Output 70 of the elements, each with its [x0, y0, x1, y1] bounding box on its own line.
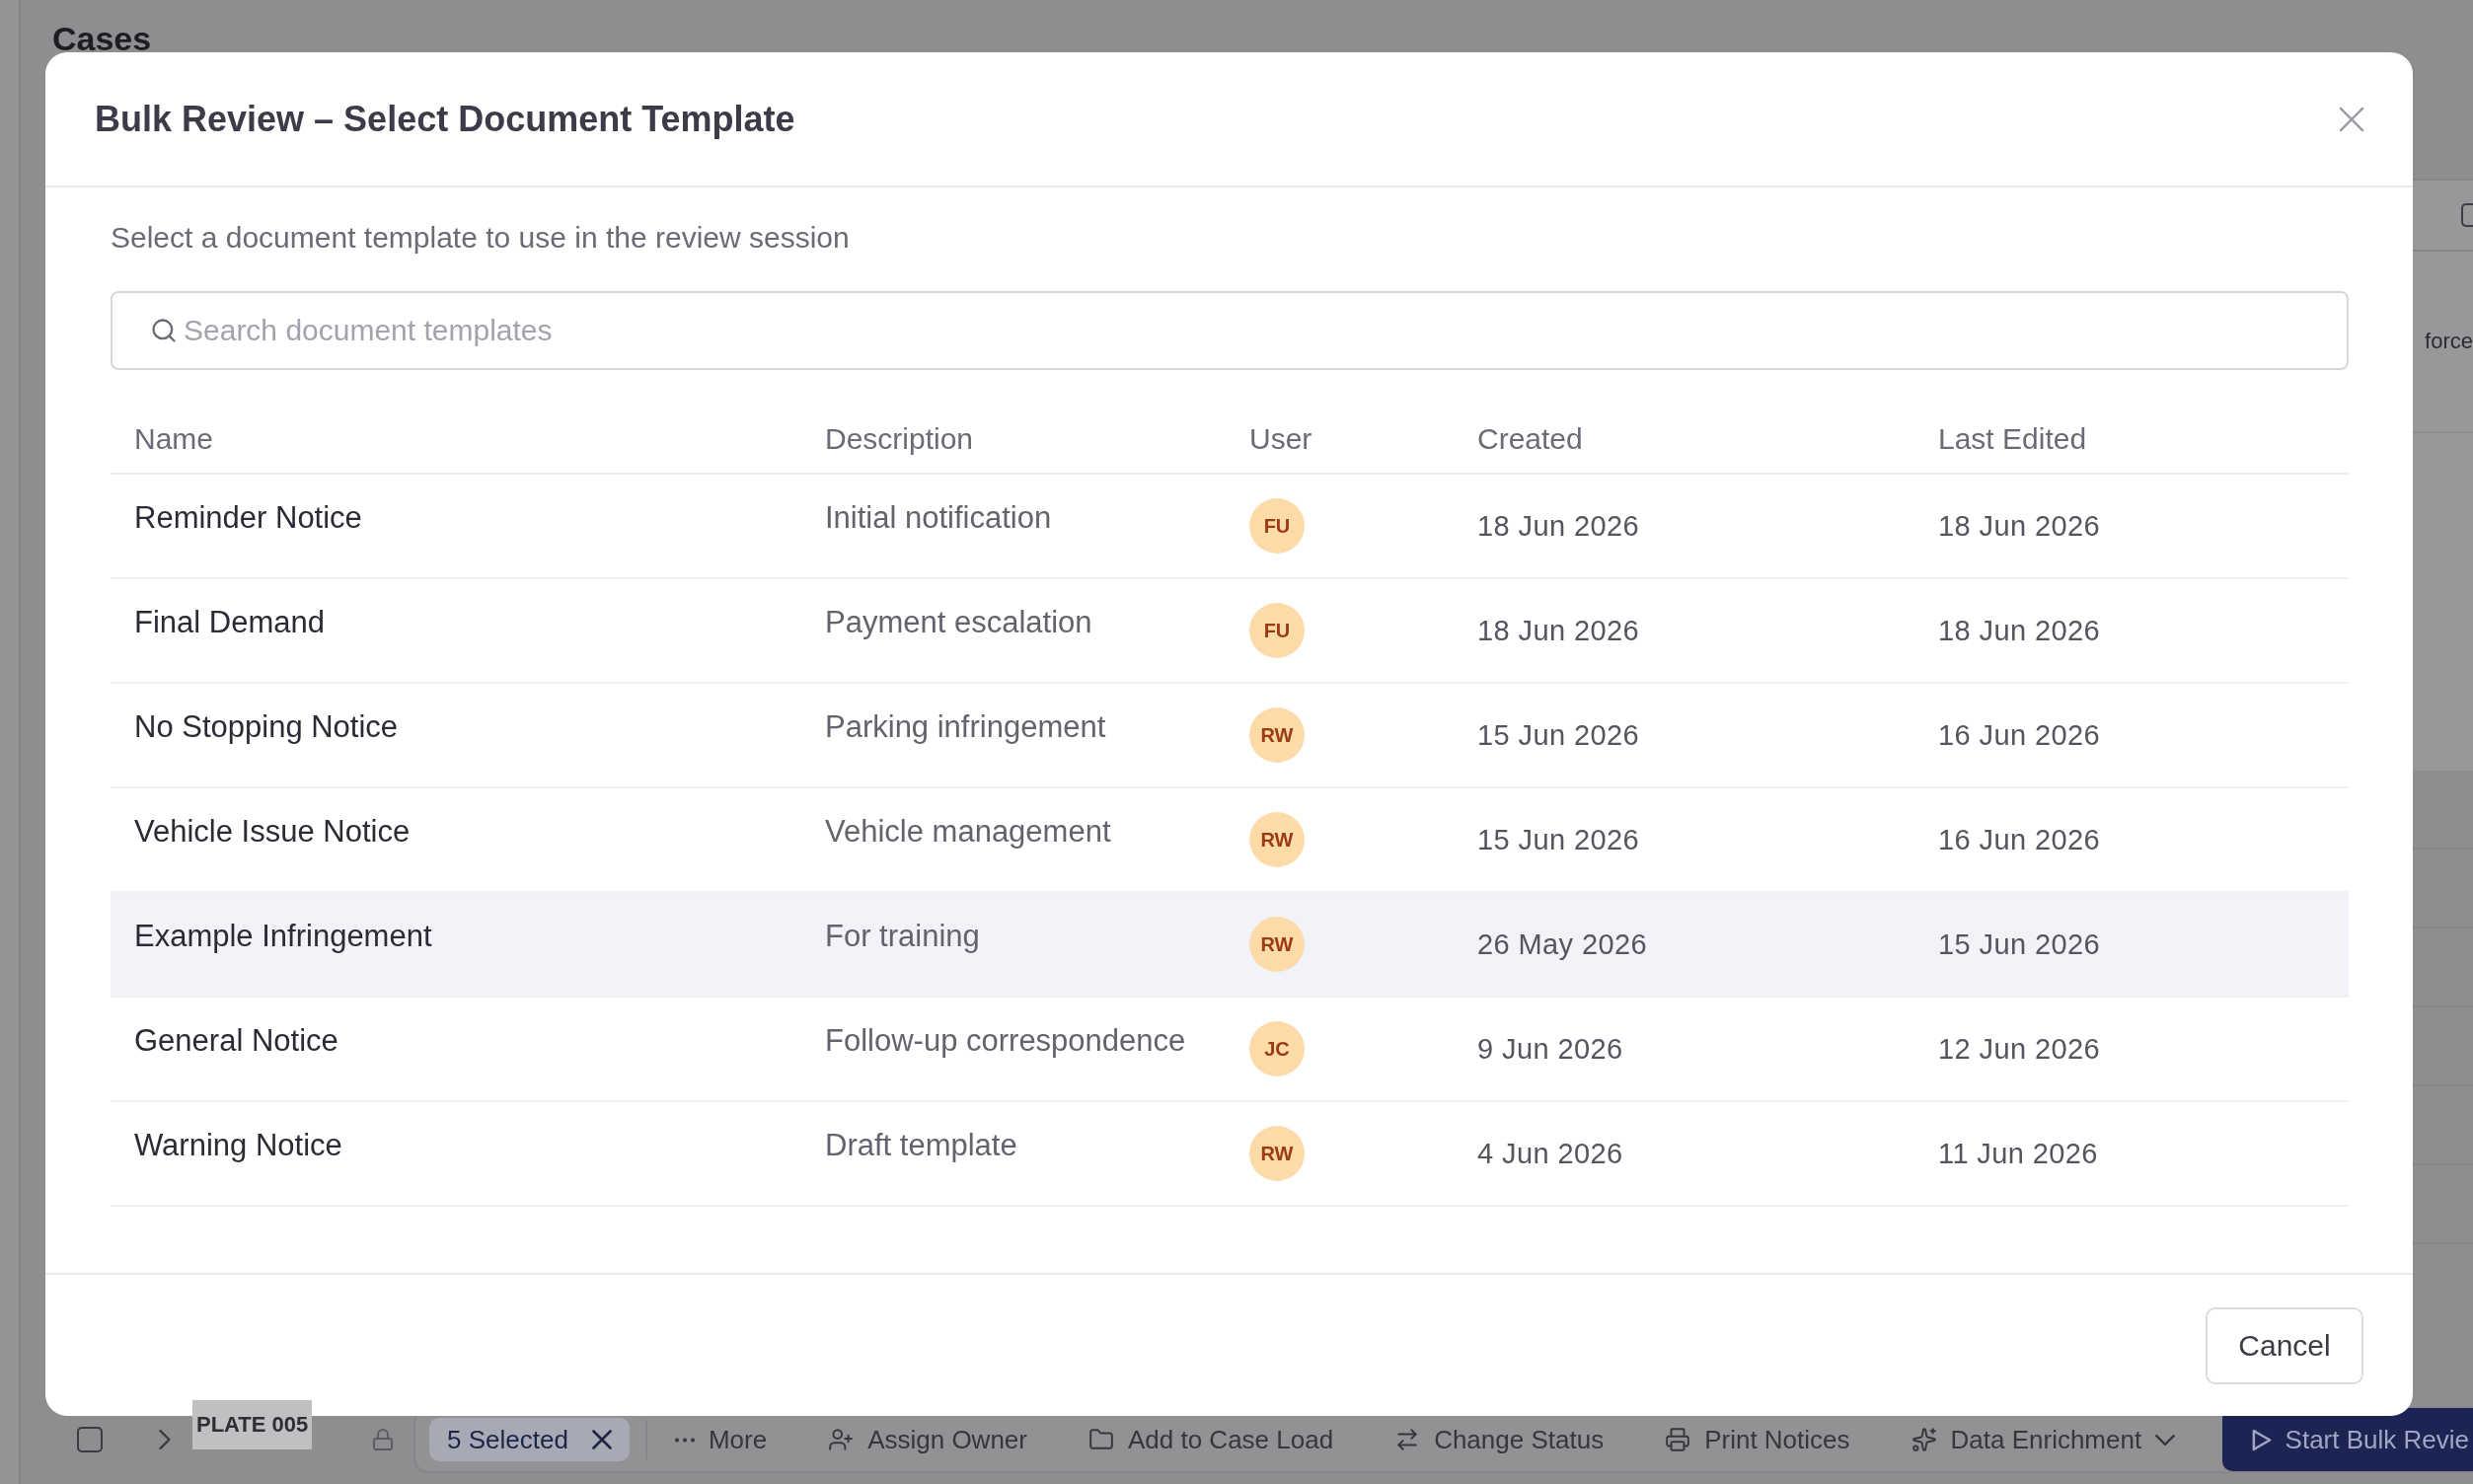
sparkles-icon	[1911, 1427, 1937, 1452]
table-cell: Follow-up correspondence	[825, 1023, 1186, 1059]
table-cell: Example Infringement	[134, 919, 432, 954]
plate-label: PLATE 005	[192, 1400, 313, 1449]
table-cell: 9 Jun 2026	[1477, 1032, 1623, 1066]
search-field[interactable]: Search document templates	[111, 291, 2349, 370]
column-header: Name	[134, 421, 214, 456]
table-cell: 16 Jun 2026	[1938, 823, 2101, 856]
table-cell: 4 Jun 2026	[1477, 1137, 1623, 1170]
add-to-case-load-button[interactable]: Add to Case Load	[1087, 1424, 1334, 1455]
start-button[interactable]: Start Bulk Revie	[2221, 1408, 2473, 1471]
user-avatar: RW	[1249, 917, 1305, 972]
user-avatar: RW	[1249, 812, 1305, 867]
table-cell: 18 Jun 2026	[1938, 509, 2101, 543]
table-cell: General Notice	[134, 1023, 338, 1059]
column-header: Created	[1477, 421, 1583, 456]
table-cell: Warning Notice	[134, 1128, 342, 1163]
user-avatar: RW	[1249, 1126, 1305, 1181]
table-cell: 18 Jun 2026	[1938, 614, 2101, 647]
dots-icon	[674, 1437, 695, 1443]
lock-icon	[371, 1428, 395, 1451]
dialog-title: Bulk Review – Select Document Template	[95, 98, 795, 140]
table-cell: 18 Jun 2026	[1477, 509, 1640, 543]
print-button[interactable]: Print Notices	[1665, 1424, 1850, 1455]
table-cell: Final Demand	[134, 605, 325, 640]
chevron-right-icon[interactable]	[159, 1430, 171, 1449]
table-cell: 15 Jun 2026	[1477, 718, 1640, 752]
column-header: Description	[825, 421, 974, 456]
table-cell: Parking infringement	[825, 709, 1106, 745]
play-icon	[2251, 1428, 2272, 1451]
checkbox[interactable]	[77, 1427, 103, 1452]
column-header: User	[1249, 421, 1312, 456]
table-cell: 15 Jun 2026	[1477, 823, 1640, 856]
table-cell: For training	[825, 919, 980, 954]
user-plus-icon	[828, 1427, 855, 1452]
close-icon	[591, 1430, 612, 1449]
table-cell: Vehicle Issue Notice	[134, 814, 411, 850]
table-cell: 15 Jun 2026	[1938, 928, 2101, 961]
close-icon	[2339, 106, 2364, 132]
user-avatar: FU	[1249, 603, 1305, 658]
user-avatar: JC	[1249, 1021, 1305, 1076]
table-cell: 26 May 2026	[1477, 928, 1648, 961]
search-icon	[150, 317, 178, 344]
folder-icon	[1087, 1427, 1114, 1452]
user-avatar: RW	[1249, 707, 1305, 763]
table-cell: Vehicle management	[825, 814, 1111, 850]
table-cell: 11 Jun 2026	[1938, 1137, 2098, 1170]
checkbox-icon	[2461, 203, 2473, 227]
table-cell: force	[2425, 329, 2473, 354]
table-row[interactable]: Example Infringement For training RW 26 May 2026 15 Jun 2026	[111, 893, 2349, 998]
data-enrichment-button[interactable]: Data Enrichment	[1911, 1424, 2176, 1455]
table-cell: 16 Jun 2026	[1938, 718, 2101, 752]
page-heading: Cases	[52, 22, 152, 55]
table-cell: 18 Jun 2026	[1477, 614, 1640, 647]
cancel-button[interactable]: Cancel	[2206, 1306, 2363, 1384]
table-cell: Initial notification	[825, 500, 1052, 536]
assign-owner-button[interactable]: Assign Owner	[828, 1424, 1027, 1455]
selection-chip[interactable]: 5 Selected	[429, 1418, 630, 1461]
column-header: Last Edited	[1938, 421, 2087, 456]
table-cell: Payment escalation	[825, 605, 1092, 640]
dialog-subtitle: Select a document template to use in the review session	[111, 220, 850, 256]
chevron-down-icon	[2155, 1434, 2176, 1446]
table-cell: No Stopping Notice	[134, 709, 399, 745]
printer-icon	[1665, 1427, 1691, 1452]
change-status-button[interactable]: Change Status	[1394, 1424, 1605, 1455]
more-button[interactable]: More	[674, 1424, 768, 1455]
table-cell: 12 Jun 2026	[1938, 1032, 2101, 1066]
table-cell: Reminder Notice	[134, 500, 362, 536]
table-cell: Draft template	[825, 1128, 1017, 1163]
user-avatar: FU	[1249, 498, 1305, 554]
